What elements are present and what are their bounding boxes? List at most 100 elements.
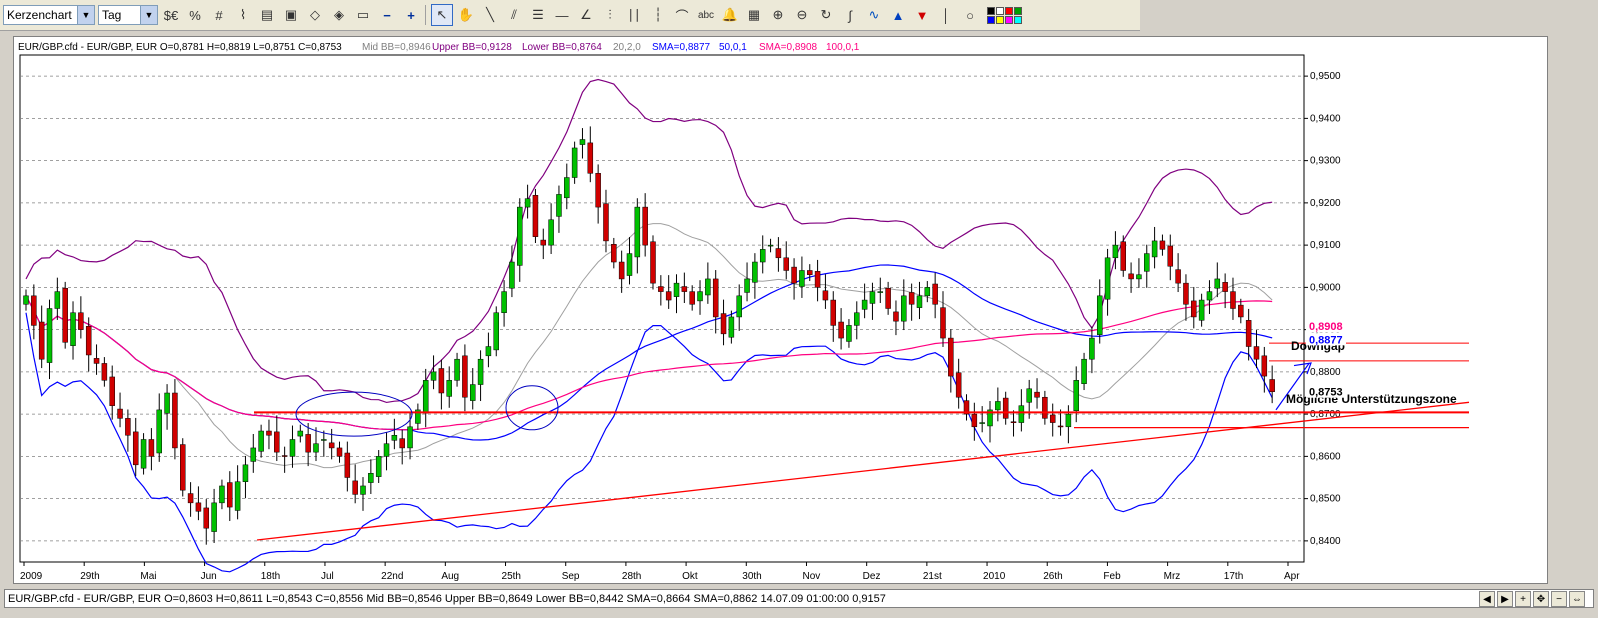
zoom-plus-icon[interactable]: + bbox=[400, 4, 422, 26]
candle-bear bbox=[1245, 320, 1252, 347]
arc-icon[interactable]: ⌒ bbox=[671, 4, 693, 26]
palette-color-6[interactable] bbox=[1005, 15, 1013, 24]
candle-bull bbox=[744, 278, 750, 293]
grid-icon[interactable]: # bbox=[208, 4, 230, 26]
wave-icon[interactable]: ∫ bbox=[839, 4, 861, 26]
palette-color-1[interactable] bbox=[996, 6, 1004, 15]
palette-color-7[interactable] bbox=[1014, 15, 1022, 24]
candle-bear bbox=[281, 455, 288, 457]
fan-icon[interactable]: ∠ bbox=[575, 4, 597, 26]
candle-bull bbox=[1096, 295, 1103, 335]
y-tick-label: 0,9300 bbox=[1310, 156, 1341, 167]
candle-bear bbox=[187, 493, 194, 504]
candle-bull bbox=[979, 422, 985, 424]
candle-bear bbox=[971, 413, 978, 428]
vertical-line-icon[interactable]: │ bbox=[935, 4, 957, 26]
zoom-out-icon[interactable]: ⊖ bbox=[791, 4, 813, 26]
vertical-lines-icon[interactable]: ┆ bbox=[647, 4, 669, 26]
picture-icon[interactable]: ▣ bbox=[280, 4, 302, 26]
x-tick-label: Apr bbox=[1284, 571, 1300, 582]
chart-type-select[interactable]: Kerzenchart ▼ bbox=[3, 5, 95, 25]
palette-color-3[interactable] bbox=[1014, 6, 1022, 15]
palette-color-5[interactable] bbox=[996, 15, 1004, 24]
candle-bear bbox=[31, 295, 37, 326]
header-symbol: EUR/GBP.cfd - EUR/GBP, EUR O=0,8781 H=0,… bbox=[18, 42, 342, 53]
price-tags: 0,89080,8877 0,8753 bbox=[1306, 320, 1346, 399]
candle-bull bbox=[70, 312, 76, 346]
line-tool-icon[interactable]: ╲ bbox=[479, 4, 501, 26]
line-chart-icon[interactable]: ⌇ bbox=[232, 4, 254, 26]
text-tool-icon[interactable]: abc bbox=[695, 4, 717, 26]
candle-bear bbox=[109, 376, 115, 406]
scroll-left-icon[interactable]: ◀ bbox=[1479, 591, 1495, 607]
candle-bull bbox=[1026, 388, 1032, 403]
paint-icon[interactable]: ◈ bbox=[328, 4, 350, 26]
window-icon[interactable]: ▭ bbox=[352, 4, 374, 26]
fit-icon[interactable]: ⇔ bbox=[1569, 591, 1585, 607]
candle-bull bbox=[242, 464, 249, 482]
palette-color-2[interactable] bbox=[1005, 6, 1013, 15]
channel-icon[interactable]: ⫶ bbox=[599, 4, 621, 26]
candle-bull bbox=[1112, 244, 1119, 259]
toolbar: Kerzenchart ▼ Tag ▼ $€ % # ⌇ ▤ ▣ ◇ ◈ ▭ −… bbox=[0, 0, 1140, 31]
horizontal-line-icon[interactable]: — bbox=[551, 4, 573, 26]
palette-color-4[interactable] bbox=[987, 15, 995, 24]
candle-bull bbox=[258, 430, 264, 452]
candle-bear bbox=[611, 244, 617, 263]
candle-bull bbox=[23, 295, 29, 305]
cursor-icon[interactable]: ↖ bbox=[431, 4, 453, 26]
candlestick-chart[interactable]: EUR/GBP.cfd - EUR/GBP, EUR O=0,8781 H=0,… bbox=[14, 37, 1547, 583]
candle-bull bbox=[1089, 337, 1095, 360]
percent-icon[interactable]: % bbox=[184, 4, 206, 26]
x-tick-label: 2009 bbox=[20, 571, 43, 582]
candle-bear bbox=[681, 286, 688, 292]
candle-bull bbox=[916, 295, 923, 308]
eraser-icon[interactable]: ◇ bbox=[304, 4, 326, 26]
currency-icon[interactable]: $€ bbox=[160, 4, 182, 26]
cycles-icon[interactable]: ∣∣ bbox=[623, 4, 645, 26]
zoom-in-icon[interactable]: + bbox=[1515, 591, 1531, 607]
candle-bear bbox=[1230, 291, 1236, 309]
candle-bull bbox=[407, 426, 413, 449]
calculator-icon[interactable]: ▦ bbox=[743, 4, 765, 26]
x-axis: 2009 29th Mai Jun 18th Jul 22nd Aug 25th Sep 28th O… bbox=[20, 562, 1300, 582]
chart-area[interactable]: EUR/GBP.cfd - EUR/GBP, EUR O=0,8781 H=0,… bbox=[13, 36, 1548, 584]
scroll-right-icon[interactable]: ▶ bbox=[1497, 591, 1513, 607]
header-upper-bb: Upper BB=0,9128 bbox=[432, 42, 512, 53]
zigzag-icon[interactable]: ∿ bbox=[863, 4, 885, 26]
color-palette[interactable] bbox=[987, 6, 1022, 24]
candle-bull bbox=[289, 439, 296, 457]
interval-select[interactable]: Tag ▼ bbox=[98, 5, 158, 25]
fibonacci-icon[interactable]: ☰ bbox=[527, 4, 549, 26]
print-icon[interactable]: ▤ bbox=[256, 4, 278, 26]
right-margin bbox=[1548, 36, 1594, 584]
candle-bull bbox=[313, 443, 319, 453]
zoom-minus-icon[interactable]: − bbox=[376, 4, 398, 26]
candle-bear bbox=[101, 363, 108, 381]
candle-bear bbox=[893, 311, 899, 322]
bell-icon[interactable]: 🔔 bbox=[719, 4, 741, 26]
hand-icon[interactable]: ✋ bbox=[455, 4, 477, 26]
chevron-down-icon[interactable]: ▼ bbox=[77, 6, 94, 24]
candle-bear bbox=[1120, 241, 1126, 271]
x-tick-label: 28th bbox=[622, 571, 641, 582]
parallel-lines-icon[interactable]: ⫽ bbox=[503, 4, 525, 26]
arrow-down-icon[interactable]: ▼ bbox=[911, 4, 933, 26]
move-icon[interactable]: ✥ bbox=[1533, 591, 1549, 607]
zoom-out-icon[interactable]: − bbox=[1551, 591, 1567, 607]
separator bbox=[425, 5, 426, 25]
candle-bear bbox=[603, 203, 609, 242]
candle-bull bbox=[383, 443, 390, 457]
arrow-up-icon[interactable]: ▲ bbox=[887, 4, 909, 26]
candle-bear bbox=[1049, 414, 1056, 423]
circle-icon[interactable]: ○ bbox=[959, 4, 981, 26]
rotate-icon[interactable]: ↻ bbox=[815, 4, 837, 26]
zoom-in-icon[interactable]: ⊕ bbox=[767, 4, 789, 26]
candle-bear bbox=[180, 444, 186, 491]
candle-bear bbox=[172, 392, 178, 449]
palette-color-0[interactable] bbox=[987, 6, 995, 15]
candle-bear bbox=[148, 439, 155, 457]
candle-bear bbox=[1269, 379, 1275, 392]
candle-bull bbox=[219, 485, 225, 504]
chevron-down-icon[interactable]: ▼ bbox=[140, 6, 157, 24]
